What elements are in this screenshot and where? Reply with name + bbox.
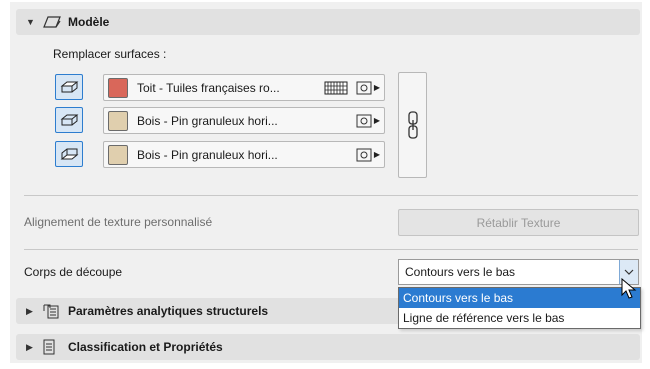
surface-color-swatch bbox=[108, 110, 128, 131]
classification-section-title: Classification et Propriétés bbox=[68, 340, 223, 354]
surface-row-side[interactable]: Bois - Pin granuleux hori... ▶ bbox=[103, 107, 385, 134]
classification-section-header[interactable]: ▶ Classification et Propriétés bbox=[16, 334, 640, 360]
collapsed-arrow-icon: ▶ bbox=[26, 341, 33, 352]
surface-name: Bois - Pin granuleux hori... bbox=[137, 113, 278, 128]
structural-analysis-icon bbox=[42, 303, 62, 319]
divider bbox=[24, 195, 638, 196]
surface-bottom-icon[interactable] bbox=[55, 141, 83, 167]
material-preview-icon[interactable] bbox=[356, 114, 372, 128]
surface-row-top[interactable]: Toit - Tuiles françaises ro... ▶ bbox=[103, 74, 385, 101]
collapsed-arrow-icon: ▶ bbox=[26, 305, 33, 316]
chain-link-icon bbox=[407, 111, 418, 139]
cut-body-value: Contours vers le bas bbox=[405, 265, 516, 279]
submenu-arrow-icon[interactable]: ▶ bbox=[374, 83, 380, 92]
surface-name: Toit - Tuiles françaises ro... bbox=[137, 80, 280, 95]
document-list-icon bbox=[42, 339, 62, 355]
dropdown-option[interactable]: Ligne de référence vers le bas bbox=[399, 308, 640, 328]
surface-side-icon[interactable] bbox=[55, 107, 83, 133]
structural-section-title: Paramètres analytiques structurels bbox=[68, 304, 269, 318]
submenu-arrow-icon[interactable]: ▶ bbox=[374, 116, 380, 125]
dropdown-option[interactable]: Contours vers le bas bbox=[399, 288, 640, 308]
surface-name: Bois - Pin granuleux hori... bbox=[137, 147, 278, 162]
mouse-cursor-icon bbox=[621, 278, 637, 299]
submenu-arrow-icon[interactable]: ▶ bbox=[374, 150, 380, 159]
divider bbox=[24, 249, 638, 250]
cut-body-select[interactable]: Contours vers le bas bbox=[398, 259, 639, 285]
link-surfaces-button[interactable] bbox=[398, 72, 427, 178]
surface-top-icon[interactable] bbox=[55, 74, 83, 100]
expanded-arrow-icon: ▼ bbox=[26, 17, 35, 27]
material-preview-icon[interactable] bbox=[356, 81, 372, 95]
cut-body-label: Corps de découpe bbox=[24, 265, 123, 279]
surface-row-bottom[interactable]: Bois - Pin granuleux hori... ▶ bbox=[103, 141, 385, 168]
surface-color-swatch bbox=[108, 77, 128, 98]
reset-texture-button[interactable]: Rétablir Texture bbox=[398, 209, 639, 236]
tile-pattern-icon bbox=[324, 81, 348, 94]
model-section-title: Modèle bbox=[68, 15, 110, 29]
model-section-header[interactable]: ▼ Modèle bbox=[16, 9, 640, 35]
cut-body-dropdown-list: Contours vers le bas Ligne de référence … bbox=[398, 287, 641, 329]
material-preview-icon[interactable] bbox=[356, 148, 372, 162]
texture-alignment-label: Alignement de texture personnalisé bbox=[24, 215, 213, 229]
model-icon bbox=[42, 14, 62, 30]
replace-surfaces-label: Remplacer surfaces : bbox=[53, 47, 167, 61]
surface-color-swatch bbox=[108, 144, 128, 165]
